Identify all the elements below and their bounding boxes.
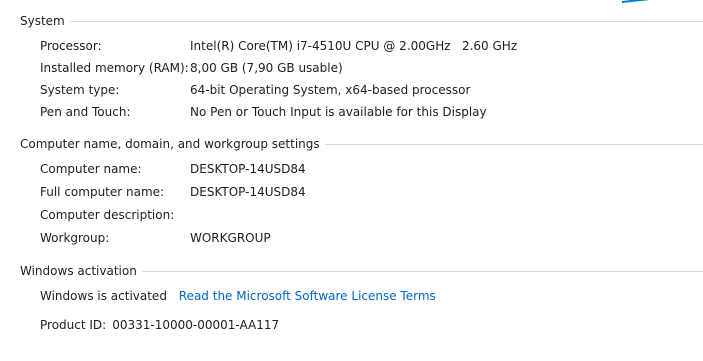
installed-memory-row: Installed memory (RAM): 8,00 GB (7,90 GB… — [40, 59, 703, 77]
license-terms-link[interactable]: Read the Microsoft Software License Term… — [179, 289, 436, 303]
full-computer-name-label: Full computer name: — [40, 185, 165, 199]
section-divider — [141, 271, 703, 272]
product-id-value: 00331-10000-00001-AA117 — [112, 318, 280, 332]
section-divider — [69, 21, 703, 22]
pen-and-touch-label: Pen and Touch: — [40, 105, 131, 119]
full-computer-name-row: Full computer name: DESKTOP-14USD84 — [40, 183, 703, 201]
activation-status-text: Windows is activated — [40, 289, 167, 303]
computer-name-row: Computer name: DESKTOP-14USD84 — [40, 160, 703, 178]
pen-and-touch-row: Pen and Touch: No Pen or Touch Input is … — [40, 103, 703, 121]
workgroup-label: Workgroup: — [40, 231, 110, 245]
workgroup-row: Workgroup: WORKGROUP — [40, 229, 703, 247]
computer-name-value: DESKTOP-14USD84 — [190, 162, 306, 176]
computer-name-section-header: Computer name, domain, and workgroup set… — [20, 135, 703, 153]
system-type-label: System type: — [40, 83, 120, 97]
processor-label: Processor: — [40, 39, 102, 53]
system-section-header: System — [20, 12, 703, 30]
product-id-label: Product ID: — [40, 318, 107, 332]
system-section-title: System — [20, 14, 65, 28]
windows-activation-section-header: Windows activation — [20, 262, 703, 280]
workgroup-value: WORKGROUP — [190, 231, 271, 245]
processor-value: Intel(R) Core(TM) i7-4510U CPU @ 2.00GHz… — [190, 39, 518, 53]
processor-row: Processor: Intel(R) Core(TM) i7-4510U CP… — [40, 37, 703, 55]
windows-logo-icon — [622, 0, 648, 4]
full-computer-name-value: DESKTOP-14USD84 — [190, 185, 306, 199]
product-id-row: Product ID: 00331-10000-00001-AA117 — [40, 316, 279, 334]
activation-status-row: Windows is activated Read the Microsoft … — [40, 287, 436, 305]
system-type-value: 64-bit Operating System, x64-based proce… — [190, 83, 471, 97]
computer-name-section-title: Computer name, domain, and workgroup set… — [20, 137, 320, 151]
windows-activation-section-title: Windows activation — [20, 264, 137, 278]
installed-memory-label: Installed memory (RAM): — [40, 61, 189, 75]
computer-name-label: Computer name: — [40, 162, 142, 176]
pen-and-touch-value: No Pen or Touch Input is available for t… — [190, 105, 487, 119]
computer-description-row: Computer description: — [40, 206, 703, 224]
installed-memory-value: 8,00 GB (7,90 GB usable) — [190, 61, 343, 75]
system-properties-panel: System Processor: Intel(R) Core(TM) i7-4… — [0, 0, 703, 361]
section-divider — [324, 144, 703, 145]
system-type-row: System type: 64-bit Operating System, x6… — [40, 81, 703, 99]
computer-description-label: Computer description: — [40, 208, 175, 222]
